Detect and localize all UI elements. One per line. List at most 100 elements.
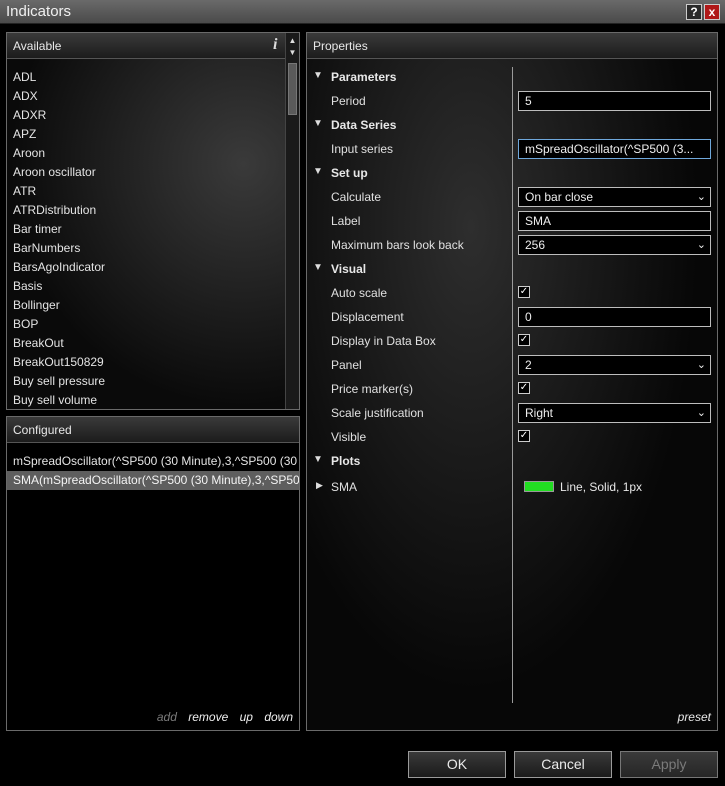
ok-button[interactable]: OK: [408, 751, 506, 778]
configured-actions: add remove up down: [149, 710, 293, 724]
properties-header: Properties: [307, 33, 717, 59]
list-item[interactable]: ADL: [7, 68, 285, 87]
list-item[interactable]: BreakOut: [7, 334, 285, 353]
property-label: Calculate: [331, 190, 382, 204]
available-header-label: Available: [13, 39, 62, 53]
property-scale-justification: Scale justification Right ⌄: [307, 401, 717, 425]
select-value: Right: [525, 406, 554, 420]
collapse-arrow-icon[interactable]: ▼: [313, 118, 323, 129]
configured-item-selected[interactable]: SMA(mSpreadOscillator(^SP500 (30 Minute)…: [7, 471, 299, 490]
calculate-select[interactable]: On bar close ⌄: [518, 187, 711, 207]
list-item[interactable]: ADXR: [7, 106, 285, 125]
property-display-databox: Display in Data Box ✓: [307, 329, 717, 353]
input-series-field[interactable]: mSpreadOscillator(^SP500 (3...: [518, 139, 711, 159]
preset-link[interactable]: preset: [678, 710, 711, 724]
collapse-arrow-icon[interactable]: ▼: [313, 262, 323, 273]
property-label: Input series: [331, 142, 394, 156]
configured-header-label: Configured: [13, 423, 72, 437]
list-item[interactable]: Bollinger: [7, 296, 285, 315]
category-parameters[interactable]: ▼ Parameters: [307, 65, 717, 89]
properties-panel: Properties ▼ Parameters Period 5 ▼ Data …: [306, 32, 718, 731]
select-value: On bar close: [525, 190, 594, 204]
property-calculate: Calculate On bar close ⌄: [307, 185, 717, 209]
category-data-series[interactable]: ▼ Data Series: [307, 113, 717, 137]
scroll-thumb[interactable]: [288, 63, 297, 115]
list-item[interactable]: Aroon oscillator: [7, 163, 285, 182]
remove-button[interactable]: remove: [188, 710, 228, 724]
available-header: Available i: [7, 33, 299, 59]
expand-arrow-icon[interactable]: ▶: [316, 480, 323, 491]
down-button[interactable]: down: [264, 710, 293, 724]
title-bar: Indicators ? x: [0, 0, 725, 24]
list-item[interactable]: BarNumbers: [7, 239, 285, 258]
property-label: Display in Data Box: [331, 334, 436, 348]
property-panel: Panel 2 ⌄: [307, 353, 717, 377]
list-item[interactable]: ADX: [7, 87, 285, 106]
collapse-arrow-icon[interactable]: ▼: [313, 166, 323, 177]
chevron-down-icon: ⌄: [696, 407, 706, 419]
list-item[interactable]: Aroon: [7, 144, 285, 163]
label-input[interactable]: SMA: [518, 211, 711, 231]
configured-list: mSpreadOscillator(^SP500 (30 Minute),3,^…: [7, 443, 299, 490]
list-item[interactable]: BreakOut150829: [7, 353, 285, 372]
available-list[interactable]: ADL ADX ADXR APZ Aroon Aroon oscillator …: [7, 59, 285, 409]
category-plots[interactable]: ▼ Plots: [307, 449, 717, 473]
list-item[interactable]: APZ: [7, 125, 285, 144]
configured-item[interactable]: mSpreadOscillator(^SP500 (30 Minute),3,^…: [7, 452, 299, 471]
property-label: Label: [331, 214, 361, 228]
property-label: Scale justification: [331, 406, 424, 420]
property-plot-sma[interactable]: ▶ SMA Line, Solid, 1px: [307, 475, 717, 499]
property-max-bars: Maximum bars look back 256 ⌄: [307, 233, 717, 257]
max-bars-select[interactable]: 256 ⌄: [518, 235, 711, 255]
property-visible: Visible ✓: [307, 425, 717, 449]
list-item[interactable]: ATR: [7, 182, 285, 201]
display-databox-checkbox[interactable]: ✓: [518, 334, 530, 346]
collapse-arrow-icon[interactable]: ▼: [313, 70, 323, 81]
list-item[interactable]: ATRDistribution: [7, 201, 285, 220]
property-label: Auto scale: [331, 286, 388, 300]
panel-select[interactable]: 2 ⌄: [518, 355, 711, 375]
plot-style-value[interactable]: Line, Solid, 1px: [560, 480, 642, 494]
list-item[interactable]: Bar timer: [7, 220, 285, 239]
scroll-up-icon[interactable]: ▲: [286, 35, 299, 47]
help-button[interactable]: ?: [686, 4, 702, 20]
category-label: Set up: [331, 166, 368, 180]
select-value: 256: [525, 238, 546, 252]
info-icon[interactable]: i: [273, 36, 277, 54]
window-title: Indicators: [6, 3, 72, 20]
up-button[interactable]: up: [240, 710, 253, 724]
category-visual[interactable]: ▼ Visual: [307, 257, 717, 281]
apply-button[interactable]: Apply: [620, 751, 718, 778]
list-item[interactable]: Buy sell volume: [7, 391, 285, 409]
category-label: Data Series: [331, 118, 397, 132]
price-marker-checkbox[interactable]: ✓: [518, 382, 530, 394]
add-button[interactable]: add: [157, 710, 177, 724]
property-displacement: Displacement 0: [307, 305, 717, 329]
scroll-down-icon[interactable]: ▼: [286, 47, 299, 59]
category-label: Visual: [331, 262, 367, 276]
collapse-arrow-icon[interactable]: ▼: [313, 454, 323, 465]
property-label: Period: [331, 94, 366, 108]
configured-panel: Configured mSpreadOscillator(^SP500 (30 …: [6, 416, 300, 731]
plot-color-swatch[interactable]: [524, 481, 554, 492]
property-label: Panel: [331, 358, 362, 372]
list-item[interactable]: Basis: [7, 277, 285, 296]
close-button[interactable]: x: [704, 4, 720, 20]
visible-checkbox[interactable]: ✓: [518, 430, 530, 442]
list-item[interactable]: Buy sell pressure: [7, 372, 285, 391]
property-label: Displacement: [331, 310, 404, 324]
cancel-button[interactable]: Cancel: [514, 751, 612, 778]
scale-justification-select[interactable]: Right ⌄: [518, 403, 711, 423]
properties-header-label: Properties: [313, 39, 368, 53]
available-scrollbar[interactable]: ▲ ▼: [285, 33, 299, 409]
auto-scale-checkbox[interactable]: ✓: [518, 286, 530, 298]
category-setup[interactable]: ▼ Set up: [307, 161, 717, 185]
available-panel: Available i ADL ADX ADXR APZ Aroon Aroon…: [6, 32, 300, 410]
property-label: Visible: [331, 430, 367, 444]
property-label: SMA: [331, 480, 358, 494]
category-label: Plots: [331, 454, 361, 468]
list-item[interactable]: BarsAgoIndicator: [7, 258, 285, 277]
displacement-input[interactable]: 0: [518, 307, 711, 327]
list-item[interactable]: BOP: [7, 315, 285, 334]
period-input[interactable]: 5: [518, 91, 711, 111]
